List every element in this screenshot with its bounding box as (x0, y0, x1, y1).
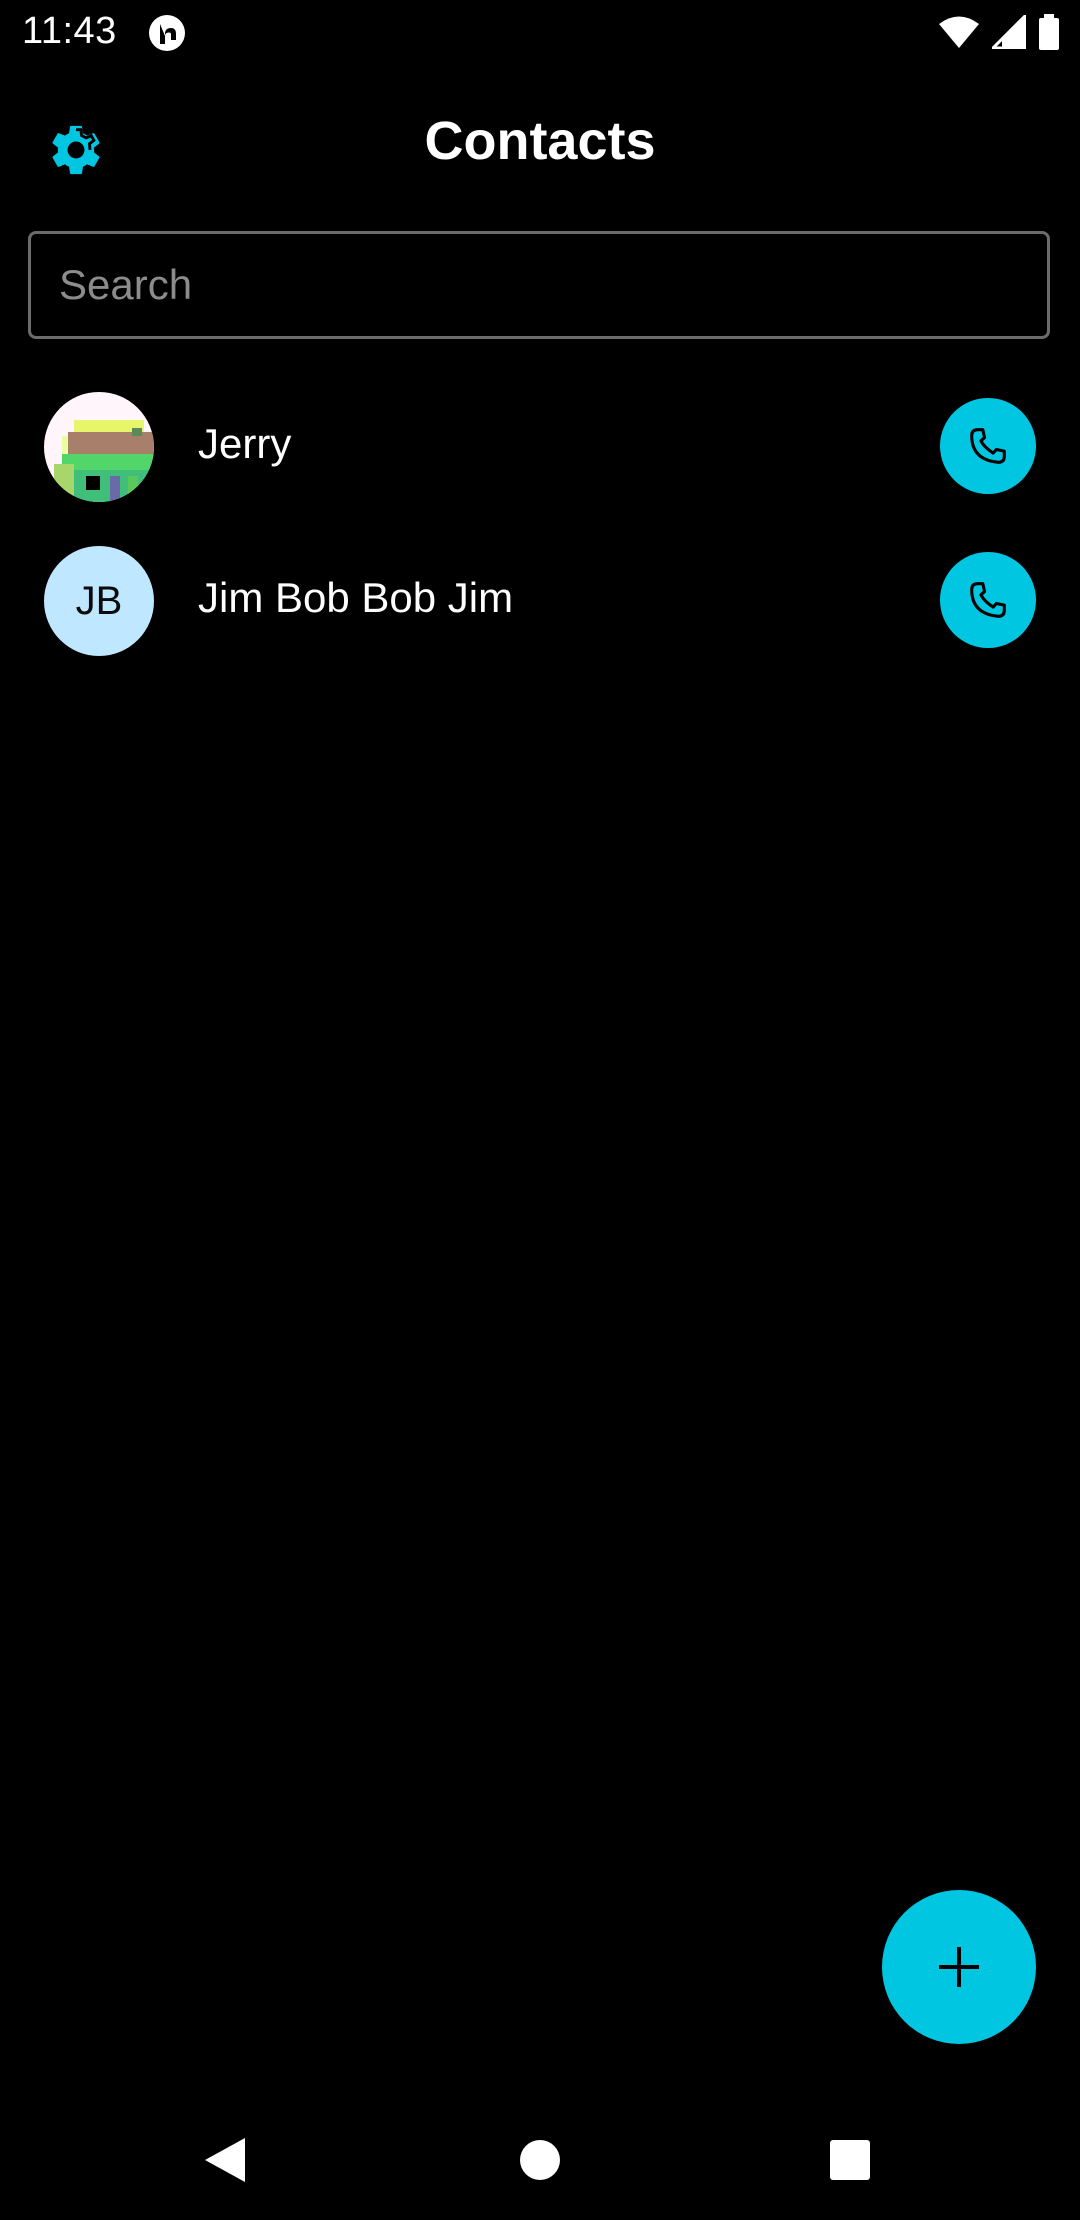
contact-row-jerry[interactable]: Jerry (0, 380, 1080, 534)
contact-row-jim-bob[interactable]: JB Jim Bob Bob Jim (0, 534, 1080, 688)
page-title: Contacts (424, 111, 656, 171)
add-contact-button[interactable] (882, 1890, 1036, 2044)
app-header: Contacts (0, 96, 1080, 192)
contact-name: Jerry (198, 420, 292, 467)
avatar-initials: JB (44, 546, 154, 656)
back-icon (205, 2138, 245, 2182)
home-icon (520, 2140, 560, 2180)
contact-list: Jerry JB Jim Bob Bob Jim (0, 380, 1080, 688)
wifi-icon (938, 15, 980, 49)
contact-name: Jim Bob Bob Jim (198, 574, 514, 621)
app-notification-icon (148, 14, 186, 52)
call-button[interactable] (940, 398, 1036, 494)
status-time: 11:43 (22, 10, 117, 52)
navigation-bar (0, 2100, 1080, 2220)
phone-icon (970, 428, 1006, 464)
cell-signal-icon (992, 15, 1026, 49)
search-input[interactable] (59, 234, 1019, 336)
battery-icon (1038, 14, 1060, 50)
avatar (44, 392, 154, 502)
nav-recents-button[interactable] (820, 2130, 880, 2190)
recents-icon (830, 2140, 870, 2180)
plus-icon (939, 1947, 979, 1987)
status-bar: 11:43 (0, 0, 1080, 66)
search-box[interactable] (28, 231, 1050, 339)
call-button[interactable] (940, 552, 1036, 648)
nav-back-button[interactable] (196, 2130, 256, 2190)
phone-icon (970, 582, 1006, 618)
nav-home-button[interactable] (510, 2130, 570, 2190)
